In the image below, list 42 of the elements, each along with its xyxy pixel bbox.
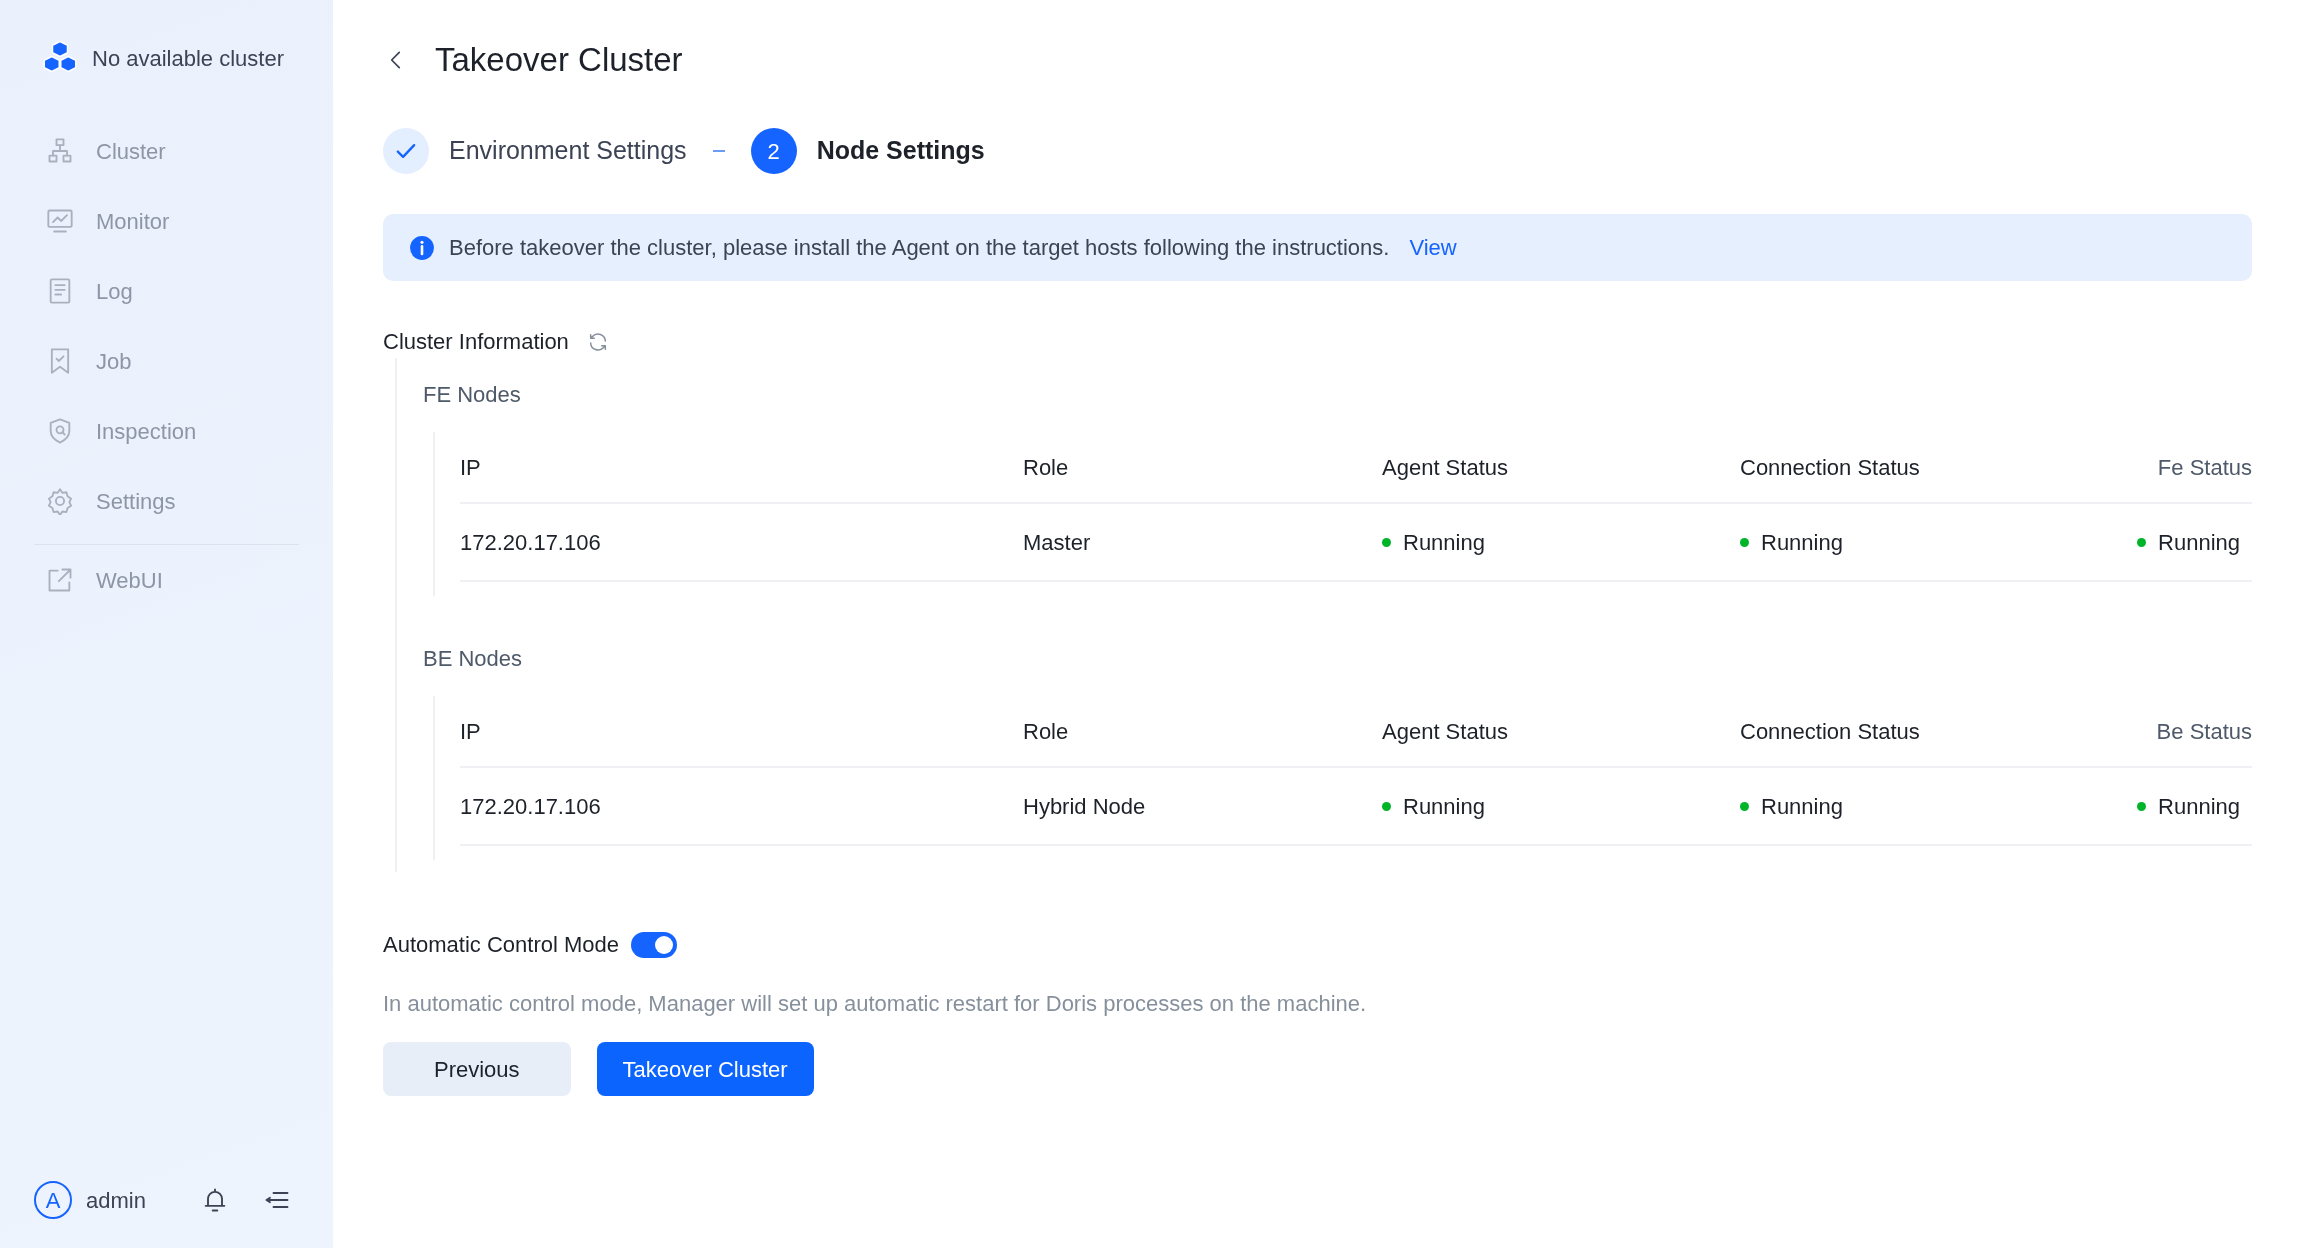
step-label: Node Settings bbox=[816, 135, 985, 167]
user-avatar[interactable]: A bbox=[34, 1181, 72, 1219]
submit-button[interactable]: Takeover Cluster bbox=[596, 1042, 814, 1096]
table-cell-text: 172.20.17.106 bbox=[460, 792, 602, 821]
status-text: Running bbox=[1403, 528, 1485, 557]
table-cell-text: 172.20.17.106 bbox=[460, 528, 602, 557]
status-text: Running bbox=[1403, 792, 1485, 821]
view-link[interactable]: View bbox=[1409, 231, 1457, 264]
group-title: FE Nodes bbox=[423, 380, 522, 409]
column-header: Connection Status bbox=[1740, 717, 1921, 746]
external-link-icon bbox=[46, 566, 74, 594]
monitor-chart-icon bbox=[46, 207, 74, 235]
toggle-label: Automatic Control Mode bbox=[383, 931, 619, 959]
table-cell-text: Master bbox=[1023, 528, 1092, 557]
info-icon bbox=[409, 234, 435, 261]
column-header: Agent Status bbox=[1382, 717, 1509, 746]
alert-message: Before takeover the cluster, please install the Agent on the target hosts following the instructions. bbox=[449, 234, 1390, 262]
step-label: Environment Settings bbox=[449, 135, 687, 167]
column-header: Be Status bbox=[2155, 717, 2252, 746]
section-title: Cluster Information bbox=[383, 328, 569, 356]
help-text: In automatic control mode, Manager will set up automatic restart for Doris processes on the machine. bbox=[383, 990, 1368, 1018]
settings-icon bbox=[46, 487, 74, 515]
cluster-selector[interactable]: No available cluster bbox=[92, 41, 284, 75]
column-header: IP bbox=[460, 453, 482, 482]
previous-button[interactable]: Previous bbox=[383, 1042, 571, 1096]
column-header: Fe Status bbox=[2156, 453, 2252, 482]
status-text: Running bbox=[2158, 528, 2240, 557]
column-header: IP bbox=[460, 717, 482, 746]
status-text: Running bbox=[2158, 792, 2240, 821]
column-header: Role bbox=[1023, 717, 1070, 746]
toggle-switch[interactable] bbox=[631, 931, 677, 958]
network-icon bbox=[46, 137, 74, 165]
page-title: Takeover Cluster bbox=[435, 40, 683, 80]
table-cell-text: Hybrid Node bbox=[1023, 792, 1147, 821]
status-text: Running bbox=[1761, 528, 1843, 557]
status-text: Running bbox=[1761, 792, 1843, 821]
group-title: BE Nodes bbox=[423, 644, 524, 673]
user-name: admin bbox=[86, 1186, 146, 1215]
column-header: Agent Status bbox=[1382, 453, 1509, 482]
column-header: Role bbox=[1023, 453, 1070, 482]
column-header: Connection Status bbox=[1740, 453, 1921, 482]
step-number: 2 bbox=[750, 128, 797, 174]
